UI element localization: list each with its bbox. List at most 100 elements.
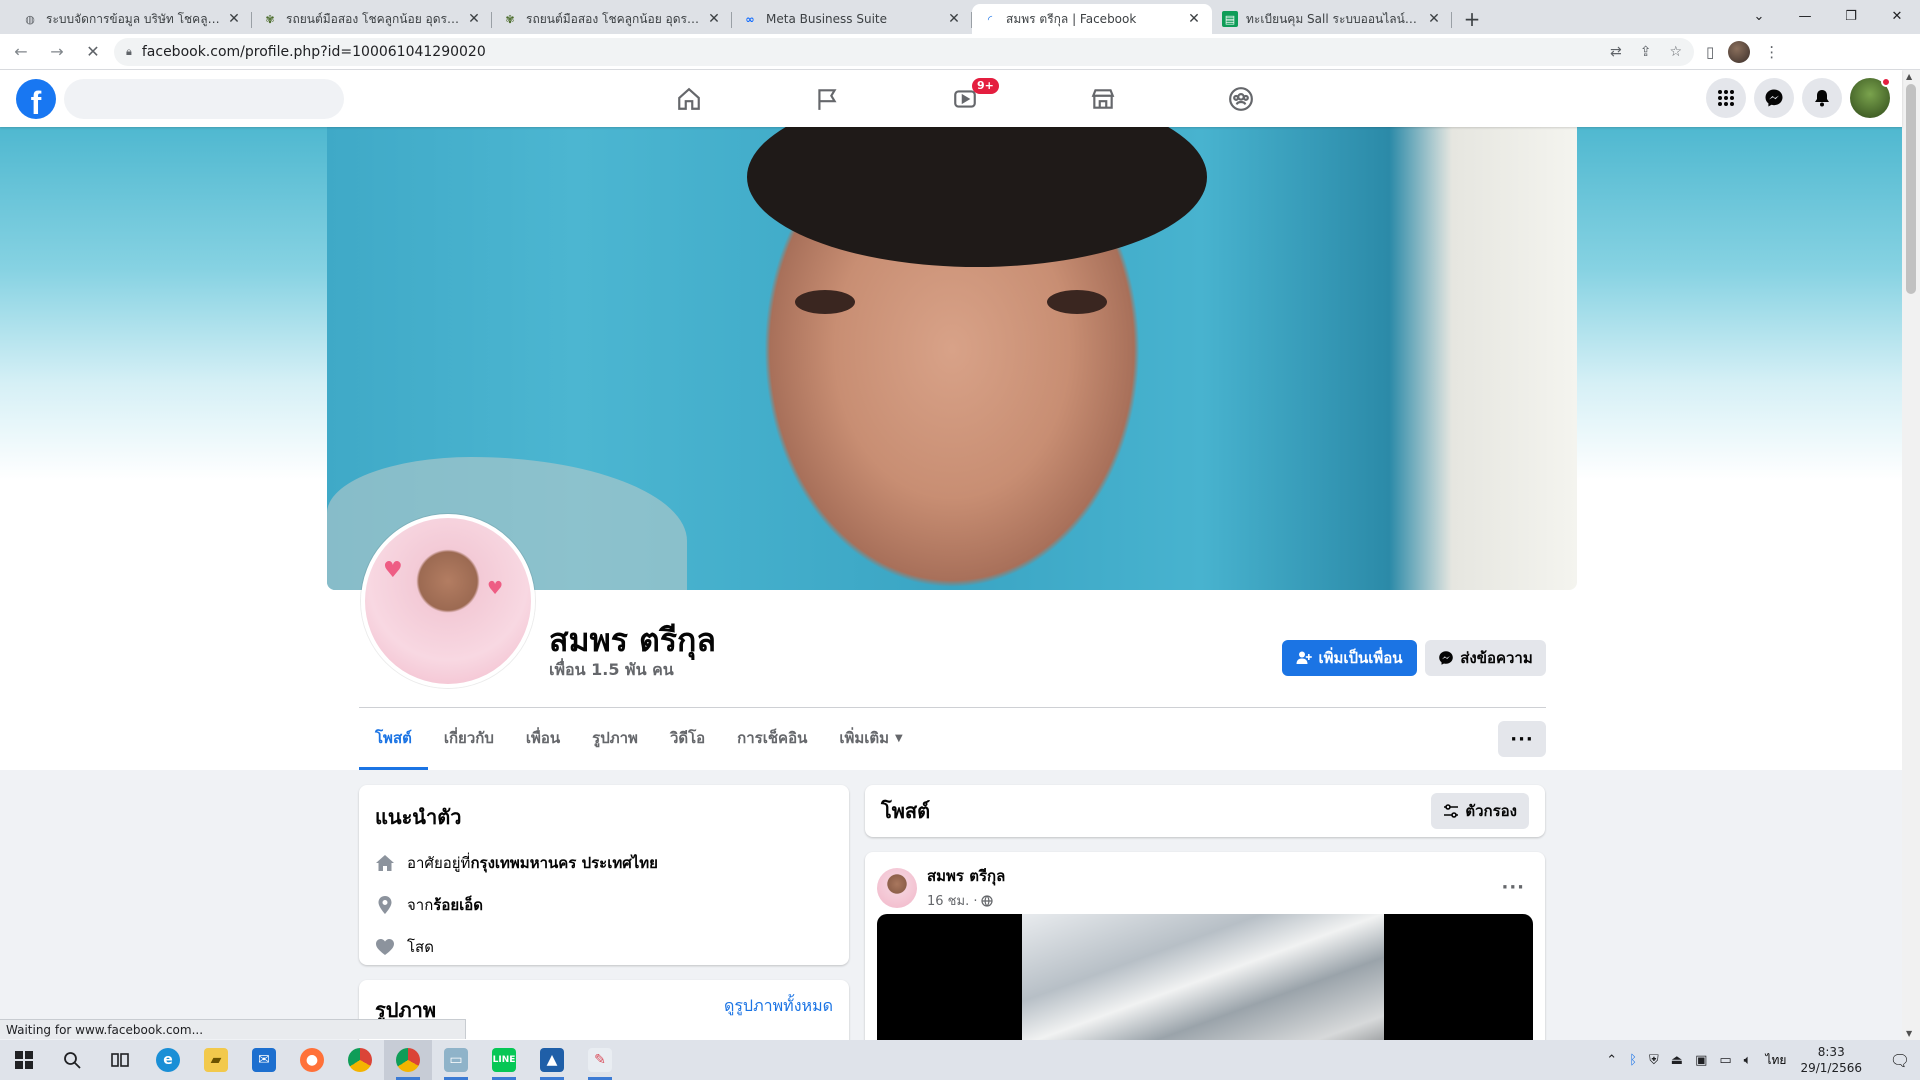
input-language[interactable]: ไทย xyxy=(1765,1051,1786,1070)
heart-decoration-icon: ♥ xyxy=(487,578,504,599)
tab-title: ทะเบียนคุม Sall ระบบออนไลน์.xlsx - G xyxy=(1246,11,1420,26)
notifications-bell-icon[interactable] xyxy=(1802,78,1842,118)
usb-device-icon[interactable]: ⏏ xyxy=(1671,1053,1683,1068)
browser-tab[interactable]: ✾ รถยนต์มือสอง โชคลูกน้อย อุดรธานี ✕ xyxy=(492,4,732,34)
bookmark-star-icon[interactable]: ☆ xyxy=(1669,44,1682,60)
messenger-icon xyxy=(1439,651,1454,665)
sheets-icon: ▤ xyxy=(1222,11,1238,27)
menu-kebab-icon[interactable]: ⋮ xyxy=(1764,43,1779,61)
from-value[interactable]: ร้อยเอ็ด xyxy=(433,893,483,917)
close-icon[interactable]: ✕ xyxy=(1186,11,1202,27)
volume-icon[interactable]: 🔈︎ xyxy=(1744,1053,1752,1068)
menu-grid-icon[interactable] xyxy=(1706,78,1746,118)
browser-tab[interactable]: ✾ รถยนต์มือสอง โชคลูกน้อย อุดรธานี ✕ xyxy=(252,4,492,34)
from-prefix: จาก xyxy=(407,896,434,914)
mail-icon[interactable]: ✉ xyxy=(240,1040,288,1080)
notification-center-icon[interactable]: 🗨︎ xyxy=(1880,1040,1920,1080)
network-icon[interactable]: ▭ xyxy=(1719,1053,1731,1068)
marketplace-icon[interactable] xyxy=(1034,70,1172,127)
post-time-text[interactable]: 16 ชม. · xyxy=(927,890,977,911)
intro-relationship: โสด xyxy=(375,935,833,959)
home-icon[interactable] xyxy=(620,70,758,127)
site-logo-icon: ✾ xyxy=(265,12,275,26)
search-input[interactable] xyxy=(64,78,344,119)
close-icon[interactable]: ✕ xyxy=(946,11,962,27)
profile-more-options-button[interactable]: ··· xyxy=(1498,721,1546,757)
chrome-profile-icon[interactable] xyxy=(384,1040,432,1080)
display-icon[interactable]: ▣ xyxy=(1695,1053,1707,1068)
watch-video-icon[interactable]: 9+ xyxy=(896,70,1034,127)
photos-app-icon[interactable]: ▲ xyxy=(528,1040,576,1080)
profile-picture[interactable]: ♥ ♥ xyxy=(361,514,535,688)
cover-photo-detail xyxy=(1047,290,1107,314)
post-author-name[interactable]: สมพร ตรีกุล xyxy=(927,864,1005,888)
line-app-icon[interactable]: LINE xyxy=(480,1040,528,1080)
browser-tab[interactable]: ◍ ระบบจัดการข้อมูล บริษัท โชคลูกน้อย อุ … xyxy=(12,4,252,34)
tab-about[interactable]: เกี่ยวกับ xyxy=(428,708,510,768)
close-icon[interactable]: ✕ xyxy=(226,11,242,27)
groups-icon[interactable] xyxy=(1172,70,1310,127)
post-options-button[interactable]: ··· xyxy=(1501,877,1533,898)
paint-app-icon[interactable]: ✎ xyxy=(576,1040,624,1080)
close-window-button[interactable]: ✕ xyxy=(1874,0,1920,32)
tab-search-icon[interactable]: ⌄ xyxy=(1736,0,1782,32)
see-all-photos-link[interactable]: ดูรูปภาพทั้งหมด xyxy=(724,994,833,1046)
send-message-button[interactable]: ส่งข้อความ xyxy=(1425,640,1546,676)
taskbar-clock[interactable]: 8:33 29/1/2566 xyxy=(1800,1044,1862,1076)
restore-button[interactable]: ❐ xyxy=(1828,0,1874,32)
close-icon[interactable]: ✕ xyxy=(1426,11,1442,27)
account-avatar[interactable] xyxy=(1850,77,1891,118)
browser-tab[interactable]: ▤ ทะเบียนคุม Sall ระบบออนไลน์.xlsx - G ✕ xyxy=(1212,4,1452,34)
translate-icon[interactable]: ⇄ xyxy=(1610,44,1622,60)
start-windows-icon[interactable] xyxy=(0,1040,48,1080)
posts-header-card: โพสต์ ตัวกรอง xyxy=(865,785,1545,837)
scroll-up-icon[interactable]: ▲ xyxy=(1906,72,1912,81)
scrollbar-thumb[interactable] xyxy=(1906,84,1916,294)
browser-tab[interactable]: ∞ Meta Business Suite ✕ xyxy=(732,4,972,34)
chrome-icon[interactable] xyxy=(336,1040,384,1080)
messenger-icon[interactable] xyxy=(1754,78,1794,118)
close-icon[interactable]: ✕ xyxy=(466,11,482,27)
task-view-icon[interactable] xyxy=(96,1040,144,1080)
address-bar[interactable]: 🔒︎ facebook.com/profile.php?id=100061041… xyxy=(114,37,1694,66)
post-author-avatar[interactable] xyxy=(877,867,917,908)
tray-expand-icon[interactable]: ⌃ xyxy=(1606,1053,1617,1068)
close-icon[interactable]: ✕ xyxy=(706,11,722,27)
tab-photos[interactable]: รูปภาพ xyxy=(576,708,654,768)
home-icon xyxy=(375,853,395,873)
heart-decoration-icon: ♥ xyxy=(383,558,403,583)
notepad-icon[interactable]: ▭ xyxy=(432,1040,480,1080)
tab-title: รถยนต์มือสอง โชคลูกน้อย อุดรธานี xyxy=(526,11,700,26)
profile-avatar[interactable] xyxy=(1728,40,1751,63)
add-friend-button[interactable]: เพิ่มเป็นเพื่อน xyxy=(1282,640,1417,676)
tab-videos[interactable]: วิดีโอ xyxy=(654,708,721,768)
firefox-icon[interactable]: ● xyxy=(288,1040,336,1080)
pages-flag-icon[interactable] xyxy=(758,70,896,127)
send-message-label: ส่งข้อความ xyxy=(1460,649,1533,667)
facebook-logo[interactable]: f xyxy=(16,78,56,119)
lock-icon[interactable]: 🔒︎ xyxy=(126,45,132,59)
back-icon[interactable]: ← xyxy=(6,37,36,67)
file-explorer-icon[interactable]: ▰ xyxy=(192,1040,240,1080)
share-icon[interactable]: ⇪ xyxy=(1640,44,1652,60)
new-tab-button[interactable]: + xyxy=(1456,4,1488,34)
browser-tab-active[interactable]: ◜ สมพร ตรีกุล | Facebook ✕ xyxy=(972,4,1212,34)
cover-photo[interactable] xyxy=(327,127,1577,590)
edge-browser-icon[interactable]: e xyxy=(144,1040,192,1080)
tab-friends[interactable]: เพื่อน xyxy=(510,708,576,768)
forward-icon[interactable]: → xyxy=(42,37,72,67)
tab-more[interactable]: เพิ่มเติม ▼ xyxy=(823,708,918,768)
tab-checkins[interactable]: การเช็คอิน xyxy=(721,708,823,768)
filter-button[interactable]: ตัวกรอง xyxy=(1431,793,1529,829)
search-icon[interactable] xyxy=(48,1040,96,1080)
stop-loading-icon[interactable]: ✕ xyxy=(78,37,108,67)
minimize-button[interactable]: — xyxy=(1782,0,1828,32)
lives-in-value[interactable]: กรุงเทพมหานคร ประเทศไทย xyxy=(470,851,658,875)
security-shield-icon[interactable]: ⛨ xyxy=(1649,1053,1659,1068)
page-scrollbar[interactable]: ▲ ▼ xyxy=(1902,70,1920,1040)
friends-count[interactable]: เพื่อน 1.5 พัน คน xyxy=(549,658,674,683)
bluetooth-icon[interactable]: ᛒ xyxy=(1629,1053,1637,1068)
scroll-down-icon[interactable]: ▼ xyxy=(1906,1029,1912,1038)
side-panel-icon[interactable]: ▯ xyxy=(1706,43,1714,61)
tab-posts[interactable]: โพสต์ xyxy=(359,708,428,770)
